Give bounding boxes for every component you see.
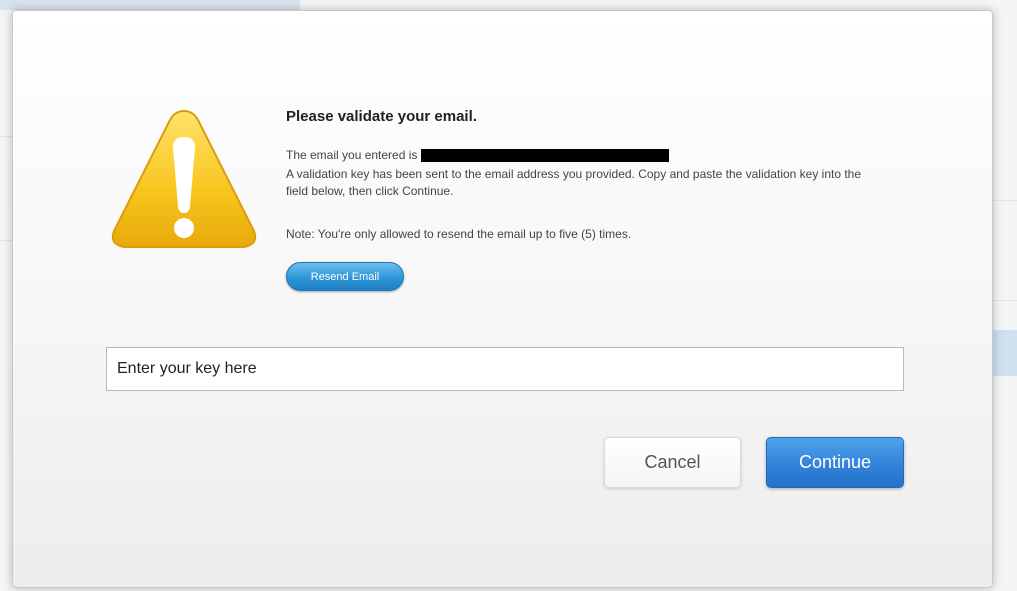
redacted-email bbox=[421, 149, 670, 162]
cancel-button[interactable]: Cancel bbox=[604, 437, 741, 488]
resend-limit-note: Note: You're only allowed to resend the … bbox=[286, 227, 632, 241]
email-entered-line: The email you entered is bbox=[286, 147, 886, 164]
validation-key-input[interactable] bbox=[106, 347, 904, 391]
dialog-title: Please validate your email. bbox=[286, 108, 477, 125]
validation-sent-message: A validation key has been sent to the em… bbox=[286, 167, 862, 198]
background-divider bbox=[0, 240, 12, 241]
background-header-strip bbox=[0, 0, 300, 10]
email-entered-label: The email you entered is bbox=[286, 148, 418, 162]
validate-email-dialog: Please validate your email. The email yo… bbox=[12, 10, 993, 588]
background-divider bbox=[993, 200, 1017, 201]
continue-button[interactable]: Continue bbox=[766, 437, 904, 488]
background-button bbox=[989, 330, 1017, 376]
warning-icon bbox=[111, 109, 257, 248]
background-divider bbox=[993, 300, 1017, 301]
resend-email-button[interactable]: Resend Email bbox=[286, 262, 404, 291]
background-divider bbox=[0, 136, 12, 137]
